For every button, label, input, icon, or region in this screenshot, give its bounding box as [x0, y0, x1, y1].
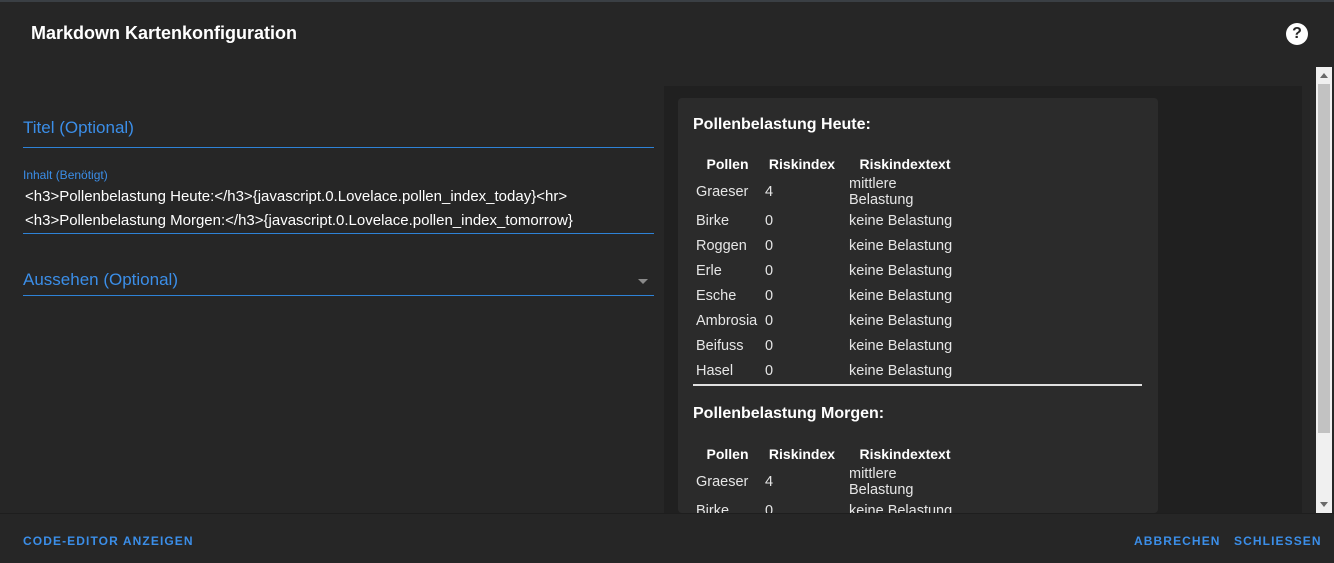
content-line: <h3>Pollenbelastung Heute:</h3>{javascri…	[25, 188, 568, 205]
table-header-row: Pollen Riskindex Riskindextext	[694, 151, 967, 176]
content-line: <h3>Pollenbelastung Morgen:</h3>{javascr…	[25, 212, 573, 229]
scroll-thumb[interactable]	[1318, 84, 1330, 433]
cancel-button[interactable]: ABBRECHEN	[1134, 534, 1221, 548]
table-row: Graeser 4 mittlere Belastung	[694, 176, 967, 208]
riskindex-cell: 0	[765, 262, 774, 279]
table-row: Roggen 0 keine Belastung	[694, 233, 967, 258]
table-row: Esche 0 keine Belastung	[694, 283, 967, 308]
riskindex-cell: 0	[765, 312, 774, 329]
pollen-cell: Birke	[696, 212, 730, 229]
dialog-footer: CODE-EDITOR ANZEIGEN ABBRECHEN SCHLIESSE…	[0, 513, 1334, 563]
riskindextext-cell: keine Belastung	[849, 212, 953, 229]
pollen-cell: Graeser	[696, 474, 749, 490]
today-table: Pollen Riskindex Riskindextext Graeser 4 m…	[694, 151, 967, 383]
title-field-label: Titel (Optional)	[23, 118, 134, 137]
riskindex-cell: 0	[765, 237, 774, 254]
riskindextext-cell: mittlere Belastung	[849, 176, 914, 208]
table-row: Birke 0 keine Belastung	[694, 208, 967, 233]
tomorrow-table: Pollen Riskindex Riskindextext Graeser 4 m…	[694, 441, 967, 514]
riskindex-cell: 0	[765, 212, 774, 229]
riskindex-cell: 4	[765, 184, 774, 200]
riskindextext-cell: keine Belastung	[849, 502, 953, 514]
pollen-cell: Graeser	[696, 184, 749, 200]
scroll-up-icon[interactable]	[1320, 73, 1328, 78]
riskindex-cell: 0	[765, 287, 774, 304]
column-header: Pollen	[706, 445, 749, 462]
column-header: Riskindextext	[859, 445, 951, 462]
pollen-cell: Roggen	[696, 237, 747, 254]
table-header-row: Pollen Riskindex Riskindextext	[694, 441, 967, 466]
pollen-cell: Esche	[696, 287, 737, 304]
show-code-editor-button[interactable]: CODE-EDITOR ANZEIGEN	[23, 534, 194, 548]
tomorrow-heading: Pollenbelastung Morgen:	[693, 405, 885, 422]
table-row: Erle 0 keine Belastung	[694, 258, 967, 283]
content-field-label: Inhalt (Benötigt)	[23, 168, 108, 182]
dialog-title: Markdown Kartenkonfiguration	[31, 23, 298, 43]
riskindextext-cell: keine Belastung	[849, 237, 953, 254]
table-row: Graeser 4 mittlere Belastung	[694, 466, 967, 498]
column-header: Pollen	[706, 155, 749, 172]
riskindextext-cell: keine Belastung	[849, 312, 953, 329]
riskindex-cell: 0	[765, 502, 774, 514]
riskindextext-cell: keine Belastung	[849, 287, 953, 304]
look-select-label: Aussehen (Optional)	[23, 270, 178, 289]
riskindextext-cell: keine Belastung	[849, 337, 953, 354]
table-row: Beifuss 0 keine Belastung	[694, 333, 967, 358]
pollen-cell: Beifuss	[696, 337, 744, 354]
title-field[interactable]: Titel (Optional)	[23, 118, 654, 148]
look-select[interactable]: Aussehen (Optional)	[23, 270, 654, 296]
help-icon[interactable]: ?	[1286, 23, 1308, 45]
chevron-down-icon	[638, 279, 648, 284]
markdown-card-preview: Pollenbelastung Heute: Pollen Riskindex …	[678, 98, 1158, 513]
table-row: Birke 0 keine Belastung	[694, 498, 967, 514]
scrollbar[interactable]	[1316, 67, 1332, 513]
riskindex-cell: 4	[765, 474, 774, 490]
pollen-cell: Erle	[696, 262, 722, 279]
close-button[interactable]: SCHLIESSEN	[1234, 534, 1322, 548]
scroll-down-icon[interactable]	[1320, 502, 1328, 507]
riskindex-cell: 0	[765, 337, 774, 354]
column-header: Riskindex	[768, 155, 836, 172]
table-row: Hasel 0 keine Belastung	[694, 358, 967, 383]
column-header: Riskindex	[768, 445, 836, 462]
today-heading: Pollenbelastung Heute:	[693, 116, 871, 133]
riskindextext-cell: keine Belastung	[849, 362, 953, 379]
divider	[693, 384, 1142, 386]
pollen-cell: Hasel	[696, 362, 734, 379]
content-textarea[interactable]: <h3>Pollenbelastung Heute:</h3>{javascri…	[23, 185, 654, 234]
riskindextext-cell: mittlere Belastung	[849, 466, 914, 498]
column-header: Riskindextext	[859, 155, 951, 172]
table-row: Ambrosia 0 keine Belastung	[694, 308, 967, 333]
pollen-cell: Birke	[696, 502, 730, 514]
riskindex-cell: 0	[765, 362, 774, 379]
pollen-cell: Ambrosia	[696, 312, 758, 329]
riskindextext-cell: keine Belastung	[849, 262, 953, 279]
top-border	[0, 0, 1334, 2]
